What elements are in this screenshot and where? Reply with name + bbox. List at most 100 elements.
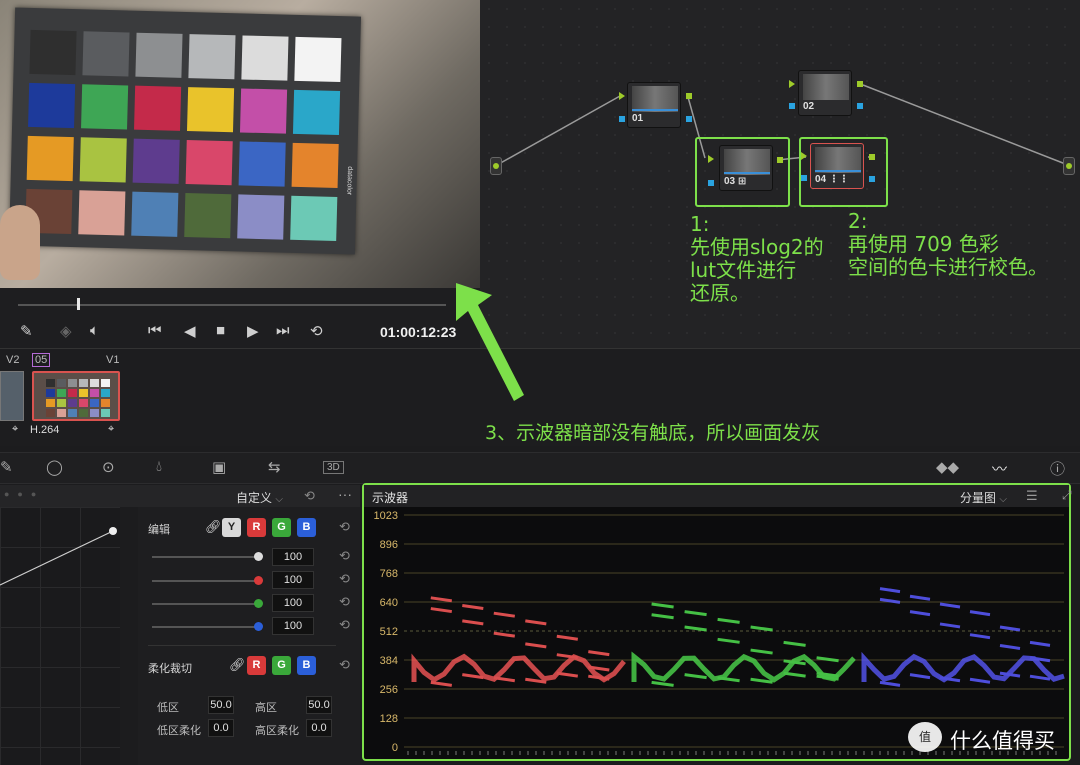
link-icon[interactable]: 🔗︎ — [229, 657, 246, 673]
channel-y-button[interactable]: Y — [222, 518, 241, 537]
qualifier-icon[interactable]: 💧︎ — [156, 458, 162, 475]
node-03-input[interactable] — [708, 155, 714, 163]
tracker-icon[interactable]: ⊙ — [102, 458, 115, 476]
node-01-input[interactable] — [619, 92, 625, 100]
node-04-input[interactable] — [801, 152, 807, 160]
reset-icon[interactable]: ⟲ — [304, 488, 315, 504]
reset-icon[interactable]: ⟲ — [339, 571, 350, 587]
slider-knob[interactable] — [254, 552, 263, 561]
channel-r-button[interactable]: R — [247, 518, 266, 537]
r-intensity-value[interactable]: 100 — [272, 571, 314, 589]
y-intensity-value[interactable]: 100 — [272, 548, 314, 566]
curve-mode-dropdown[interactable]: 自定义 ⌵ — [236, 489, 283, 506]
reset-icon[interactable]: ⟲ — [339, 594, 350, 610]
node-04-key-output[interactable] — [869, 176, 875, 182]
skip-start-icon[interactable]: ⏮︎ — [148, 322, 162, 339]
3d-icon[interactable]: 3D — [323, 461, 344, 474]
node-02-key-output[interactable] — [857, 103, 863, 109]
color-patch — [79, 137, 127, 183]
node-01-output[interactable] — [686, 93, 692, 99]
eyedropper-icon[interactable]: ✎ — [20, 322, 33, 340]
low-value[interactable]: 50.0 — [208, 696, 234, 714]
magic-mask-icon[interactable]: ▣ — [212, 458, 226, 476]
scope-trace-segment — [684, 610, 707, 617]
node-04-key-input[interactable] — [801, 175, 807, 181]
slider-knob[interactable] — [254, 622, 263, 631]
slider-knob[interactable] — [254, 576, 263, 585]
node-04[interactable]: 04 ⋮⋮ — [810, 143, 864, 189]
channel-g-button[interactable]: G — [272, 518, 291, 537]
high-value[interactable]: 50.0 — [306, 696, 332, 714]
g-intensity-value[interactable]: 100 — [272, 594, 314, 612]
skip-end-icon[interactable]: ⏭︎ — [276, 322, 290, 339]
scope-trace-segment — [525, 619, 547, 626]
watermark-logo: 值 — [908, 722, 942, 752]
expand-icon[interactable]: ⤢ — [1062, 488, 1072, 503]
reset-icon[interactable]: ⟲ — [339, 519, 350, 535]
softclip-r-button[interactable]: R — [247, 656, 266, 675]
more-options-icon[interactable]: ··· — [338, 486, 352, 502]
reset-icon[interactable]: ⟲ — [339, 657, 350, 673]
node-label: 04 ⋮⋮ — [815, 174, 849, 185]
b-intensity-value[interactable]: 100 — [272, 617, 314, 635]
scope-trace-segment — [750, 648, 773, 655]
input-port[interactable] — [490, 157, 502, 175]
high-soft-value[interactable]: 0.0 — [306, 719, 332, 737]
node-03[interactable]: 03 ⊞ — [719, 145, 773, 191]
reset-icon[interactable]: ⟲ — [339, 548, 350, 564]
sizing-icon[interactable]: ⇆ — [268, 458, 281, 476]
scrubber-track[interactable] — [18, 304, 446, 306]
reset-icon[interactable]: ⟲ — [339, 617, 350, 633]
node-02-key-input[interactable] — [789, 103, 795, 109]
color-patch — [237, 194, 285, 240]
scope-mode-dropdown[interactable]: 分量图 ⌵ — [960, 489, 1007, 506]
color-patch — [185, 140, 233, 186]
output-port[interactable] — [1063, 157, 1075, 175]
node-03-key-input[interactable] — [708, 180, 714, 186]
node-01-key-input[interactable] — [619, 116, 625, 122]
r-intensity-slider[interactable] — [152, 580, 260, 582]
scopes-icon[interactable]: 〰 — [992, 458, 1007, 479]
layers-icon[interactable]: ◈ — [60, 322, 72, 340]
play-icon[interactable]: ▶ — [247, 322, 259, 340]
color-patch — [291, 142, 339, 189]
node-04-output[interactable] — [869, 154, 875, 160]
y-intensity-slider[interactable] — [152, 556, 260, 558]
clip-thumbnail-prev[interactable] — [0, 371, 24, 421]
crosshair-icon[interactable]: ⌖ — [108, 423, 114, 436]
softclip-b-button[interactable]: B — [297, 656, 316, 675]
info-icon[interactable]: ⓘ — [1050, 458, 1065, 479]
node-02[interactable]: 02 — [798, 70, 852, 116]
scope-settings-icon[interactable]: ☰ — [1026, 488, 1038, 504]
link-icon[interactable]: 🔗︎ — [205, 519, 222, 535]
play-reverse-icon[interactable]: ◀ — [184, 322, 196, 340]
scope-trace-segment — [588, 650, 610, 657]
softclip-g-button[interactable]: G — [272, 656, 291, 675]
keyframes-icon[interactable]: ◆◆ — [936, 458, 959, 476]
g-intensity-slider[interactable] — [152, 603, 260, 605]
node-01-key-output[interactable] — [686, 116, 692, 122]
node-02-input[interactable] — [789, 80, 795, 88]
playhead[interactable] — [77, 298, 80, 310]
clip-thumbnail-current[interactable] — [32, 371, 120, 421]
b-intensity-slider[interactable] — [152, 626, 260, 628]
low-soft-value[interactable]: 0.0 — [208, 719, 234, 737]
crosshair-icon[interactable]: ⌖ — [12, 423, 18, 436]
scope-trace-segment — [939, 602, 961, 609]
node-01[interactable]: 01 — [627, 82, 681, 128]
scope-tick-label: 1023 — [374, 510, 398, 522]
color-patch — [290, 195, 338, 241]
slider-knob[interactable] — [254, 599, 263, 608]
channel-b-button[interactable]: B — [297, 518, 316, 537]
color-patch — [81, 84, 129, 130]
window-icon[interactable]: ◯ — [46, 458, 63, 476]
node-03-output[interactable] — [777, 157, 783, 163]
node-02-output[interactable] — [857, 81, 863, 87]
edit-label: 编辑 — [148, 524, 170, 536]
video-viewer[interactable]: datacolor — [0, 0, 480, 288]
volume-icon[interactable]: 🔈︎ — [90, 322, 99, 339]
picker-icon[interactable]: ✎ — [0, 458, 13, 476]
scope-tick-label: 640 — [380, 597, 398, 609]
stop-icon[interactable]: ■ — [216, 322, 225, 339]
loop-icon[interactable]: ⟲ — [310, 322, 323, 340]
